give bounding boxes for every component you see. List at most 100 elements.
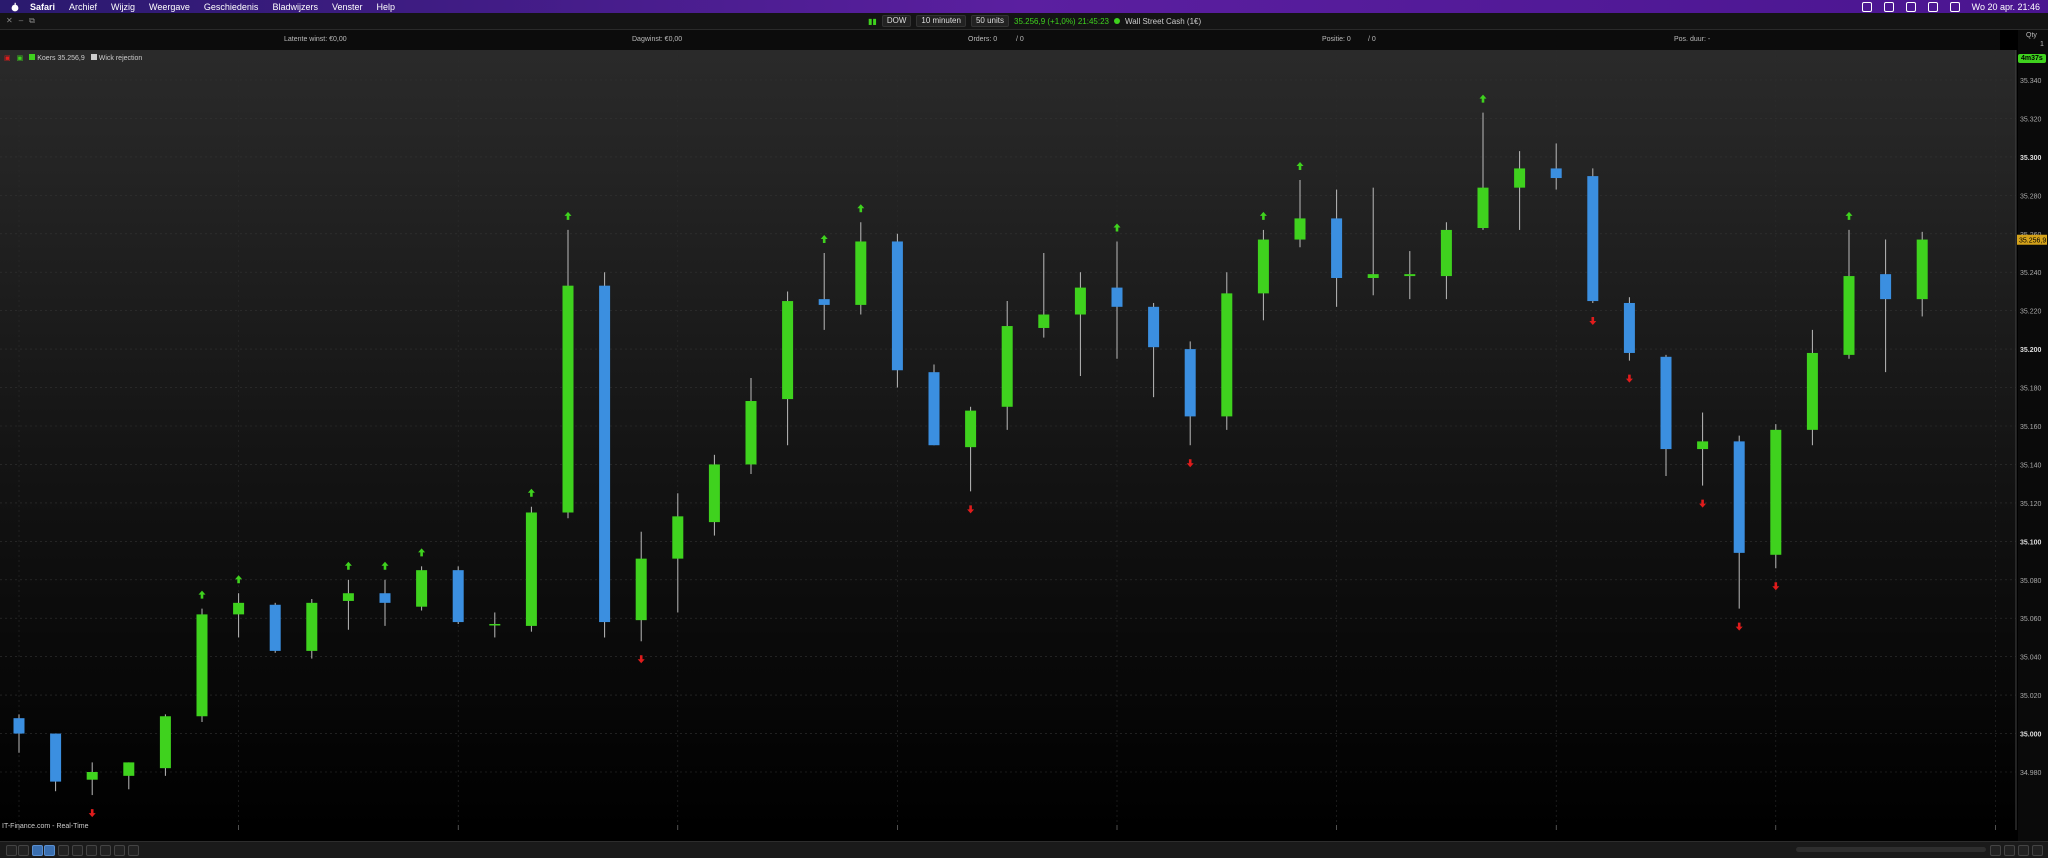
copy-icon[interactable] [86, 845, 97, 856]
instrument-select[interactable]: DOW [881, 15, 912, 27]
price-tick-label: 35.320 [2020, 116, 2042, 123]
indicator-icon[interactable] [100, 845, 111, 856]
candle-up [233, 602, 245, 615]
zoom-out-icon[interactable] [2018, 845, 2029, 856]
search-icon[interactable] [1927, 1, 1938, 12]
candle-up [196, 614, 208, 717]
menu-weergave[interactable]: Weergave [149, 2, 190, 12]
control-center-icon[interactable] [1949, 1, 1960, 12]
units-select[interactable]: 50 units [970, 15, 1009, 27]
candle-up [672, 516, 684, 559]
horizontal-scrollbar[interactable] [1796, 847, 1986, 852]
legend-expand-icon[interactable]: ▣ [17, 54, 24, 62]
candle-down [928, 372, 940, 446]
legend-koers-label: Koers 35.256,9 [37, 55, 85, 62]
latent-profit: Latente winst: €0,00 [284, 36, 347, 43]
legend-koers[interactable]: Koers 35.256,9 [29, 54, 85, 62]
apple-icon[interactable] [10, 2, 20, 12]
candlestick-chart[interactable]: 34.980 35.000 35.020 35.040 35.060 35.080 35.1… [0, 50, 2048, 830]
candle-up [1038, 314, 1050, 328]
candle-up [1294, 218, 1306, 240]
menu-clock[interactable]: Wo 20 apr. 21:46 [1972, 2, 2040, 12]
price-tick-label: 35.200 [2020, 347, 2042, 354]
battery-icon[interactable] [1861, 1, 1872, 12]
legend-close-icon[interactable]: ▣ [4, 54, 11, 62]
price-tick-label: 35.160 [2020, 424, 2042, 431]
interval-select[interactable]: 10 minuten [916, 15, 966, 27]
candle-up [965, 410, 977, 448]
menu-venster[interactable]: Venster [332, 2, 363, 12]
detach-window-icon[interactable]: ⧉ [29, 16, 35, 26]
price-tick-label: 34.980 [2020, 770, 2042, 777]
grid-icon[interactable] [72, 845, 83, 856]
close-window-icon[interactable]: ✕ [6, 16, 13, 26]
candle-up [86, 772, 98, 780]
menu-archief[interactable]: Archief [69, 2, 97, 12]
bluetooth-icon[interactable] [1883, 1, 1894, 12]
candle-up [1074, 287, 1086, 315]
zoom-reset-icon[interactable] [2032, 845, 2043, 856]
orders-count: Orders: 0 [968, 36, 998, 43]
candle-up [1440, 229, 1452, 277]
legend-wick[interactable]: Wick rejection [90, 54, 142, 62]
candle-up [123, 762, 135, 776]
candle-down [891, 241, 903, 371]
candle-down [599, 285, 611, 623]
layout-icon[interactable] [58, 845, 69, 856]
pencil-tool-icon[interactable] [6, 845, 17, 856]
candle-down [1587, 176, 1599, 302]
candle-up [306, 602, 318, 651]
candle-up [416, 570, 428, 607]
candle-up [489, 623, 501, 626]
candle-up [342, 593, 354, 601]
menu-bar: Safari Archief Wijzig Weergave Geschiede… [0, 0, 2048, 13]
zoom-in-icon[interactable] [2004, 845, 2015, 856]
candle-up [1367, 274, 1379, 278]
candle-down [1331, 218, 1343, 278]
price-tick-label: 35.140 [2020, 462, 2042, 469]
wifi-icon[interactable] [1905, 1, 1916, 12]
chart-legend: ▣ ▣ Koers 35.256,9 Wick rejection [4, 54, 142, 62]
menu-help[interactable]: Help [376, 2, 395, 12]
last-price-label: 35.256,9 [2019, 238, 2046, 245]
position-duration: Pos. duur: - [1674, 36, 1711, 43]
price-tick-label: 35.220 [2020, 309, 2042, 316]
candle-view-icon[interactable] [32, 845, 43, 856]
position-count: Positie: 0 [1322, 36, 1351, 43]
candle-up [745, 401, 757, 465]
candle-up [159, 716, 171, 769]
candle-up [708, 464, 720, 523]
chart-type-icon[interactable]: ▮▮ [868, 17, 877, 26]
candle-down [452, 570, 464, 623]
price-tick-label: 35.120 [2020, 501, 2042, 508]
candle-down [1111, 287, 1123, 307]
candle-up [1697, 441, 1709, 450]
candle-up [1257, 239, 1269, 294]
candle-down [50, 733, 62, 782]
candle-down [379, 593, 391, 603]
candle-up [855, 241, 867, 305]
line-tool-icon[interactable] [18, 845, 29, 856]
candle-up [1843, 276, 1855, 355]
candle-timer: 4m37s [2018, 54, 2046, 63]
minimize-window-icon[interactable]: – [19, 16, 23, 26]
price-chart[interactable]: 34.980 35.000 35.020 35.040 35.060 35.080 35.1… [0, 50, 2048, 830]
account-info-bar: Latente winst: €0,00 Dagwinst: €0,00 Ord… [0, 30, 2000, 50]
scroll-left-icon[interactable] [128, 845, 139, 856]
orders-pending: / 0 [1016, 36, 1024, 43]
bottom-toolbar [0, 841, 2048, 858]
candle-down [269, 604, 281, 651]
menu-bladwijzers[interactable]: Bladwijzers [272, 2, 318, 12]
qty-value[interactable]: 1 [2040, 41, 2044, 48]
share-icon[interactable] [44, 845, 55, 856]
candle-down [818, 299, 830, 305]
price-tick-label: 35.000 [2020, 732, 2042, 739]
menu-wijzig[interactable]: Wijzig [111, 2, 135, 12]
menu-app-safari[interactable]: Safari [30, 2, 55, 12]
wick-swatch [90, 54, 97, 60]
price-tick-label: 35.340 [2020, 78, 2042, 85]
candle-up [1404, 274, 1416, 277]
menu-geschiedenis[interactable]: Geschiedenis [204, 2, 259, 12]
scroll-right-icon[interactable] [1990, 845, 2001, 856]
settings-icon[interactable] [114, 845, 125, 856]
